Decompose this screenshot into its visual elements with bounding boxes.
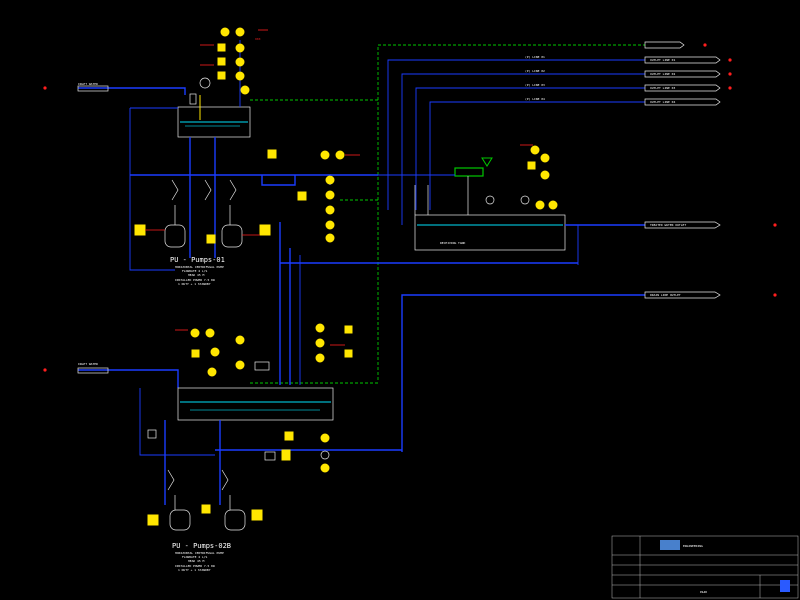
- alarm-dot: [43, 86, 47, 90]
- svg-text:P&ID: P&ID: [700, 590, 707, 594]
- svg-text:XXX: XXX: [255, 37, 261, 41]
- svg-text:RECEIVING TANK: RECEIVING TANK: [440, 241, 465, 245]
- pump-1b: [221, 224, 243, 248]
- lower-pump-group: INLET WATER PU - Pumps-02B HORIZONTAL CE…: [77, 323, 402, 572]
- svg-text:ENGINEERING: ENGINEERING: [683, 544, 703, 548]
- svg-text:TREATED WATER OUTLET: TREATED WATER OUTLET: [650, 223, 686, 227]
- pump-1a: [164, 224, 186, 248]
- alarm-dot: [773, 293, 777, 297]
- right-outlet-lines: [387, 59, 645, 225]
- outlet-label-4: OUTLET LINE 04: [650, 100, 675, 104]
- outlet-label-2: OUTLET LINE 02: [650, 72, 675, 76]
- pump-2a: [169, 509, 191, 531]
- outlet-arrows: OUTLET LINE 01 OUTLET LINE 02 OUTLET LIN…: [43, 41, 777, 372]
- sheet-marker: [780, 580, 790, 592]
- alarm-dot: [773, 223, 777, 227]
- line-tag-3: (P) LINE 03: [525, 83, 545, 87]
- alarm-dot: [728, 72, 732, 76]
- pid-drawing: OUTLET LINE 01 OUTLET LINE 02 OUTLET LIN…: [43, 27, 799, 599]
- inlet-label-1: INLET WATER: [78, 82, 98, 86]
- receiving-tank: [414, 214, 566, 251]
- alarm-dot: [728, 58, 732, 62]
- outlet-label-1: OUTLET LINE 01: [650, 58, 675, 62]
- alarm-dot: [43, 368, 47, 372]
- svg-text:DRAIN LINE OUTLET: DRAIN LINE OUTLET: [650, 293, 681, 297]
- outlet-label-3: OUTLET LINE 03: [650, 86, 675, 90]
- upper-pump-group: INLET WATER XXX PU - Pumps-01 HORIZONTAL…: [77, 27, 378, 286]
- alarm-dot: [728, 86, 732, 90]
- line-tag-4: (P) LINE 04: [525, 97, 545, 101]
- pump-2b: [224, 509, 246, 531]
- center-tank-group: RECEIVING TANK TREATED WATER OUTLET DRAI…: [279, 144, 721, 452]
- svg-text:1 DUTY + 1 STANDBY: 1 DUTY + 1 STANDBY: [178, 282, 211, 286]
- company-logo: [660, 540, 680, 550]
- inlet-label-2: INLET WATER: [78, 362, 98, 366]
- svg-text:HEAD 45 M: HEAD 45 M: [188, 559, 204, 563]
- signal-lines: [250, 44, 645, 384]
- pump-unit-2-title: PU - Pumps-02B: [172, 542, 231, 550]
- alarm-dot: [703, 43, 707, 47]
- svg-text:HEAD 45 M: HEAD 45 M: [188, 273, 204, 277]
- title-block: ENGINEERING P&ID: [611, 535, 799, 599]
- lower-tank: [177, 387, 334, 421]
- line-tag-2: (P) LINE 02: [525, 69, 545, 73]
- svg-text:1 DUTY + 1 STANDBY: 1 DUTY + 1 STANDBY: [178, 568, 211, 572]
- pump-unit-1-title: PU - Pumps-01: [170, 256, 225, 264]
- line-tag-1: (P) LINE 01: [525, 55, 545, 59]
